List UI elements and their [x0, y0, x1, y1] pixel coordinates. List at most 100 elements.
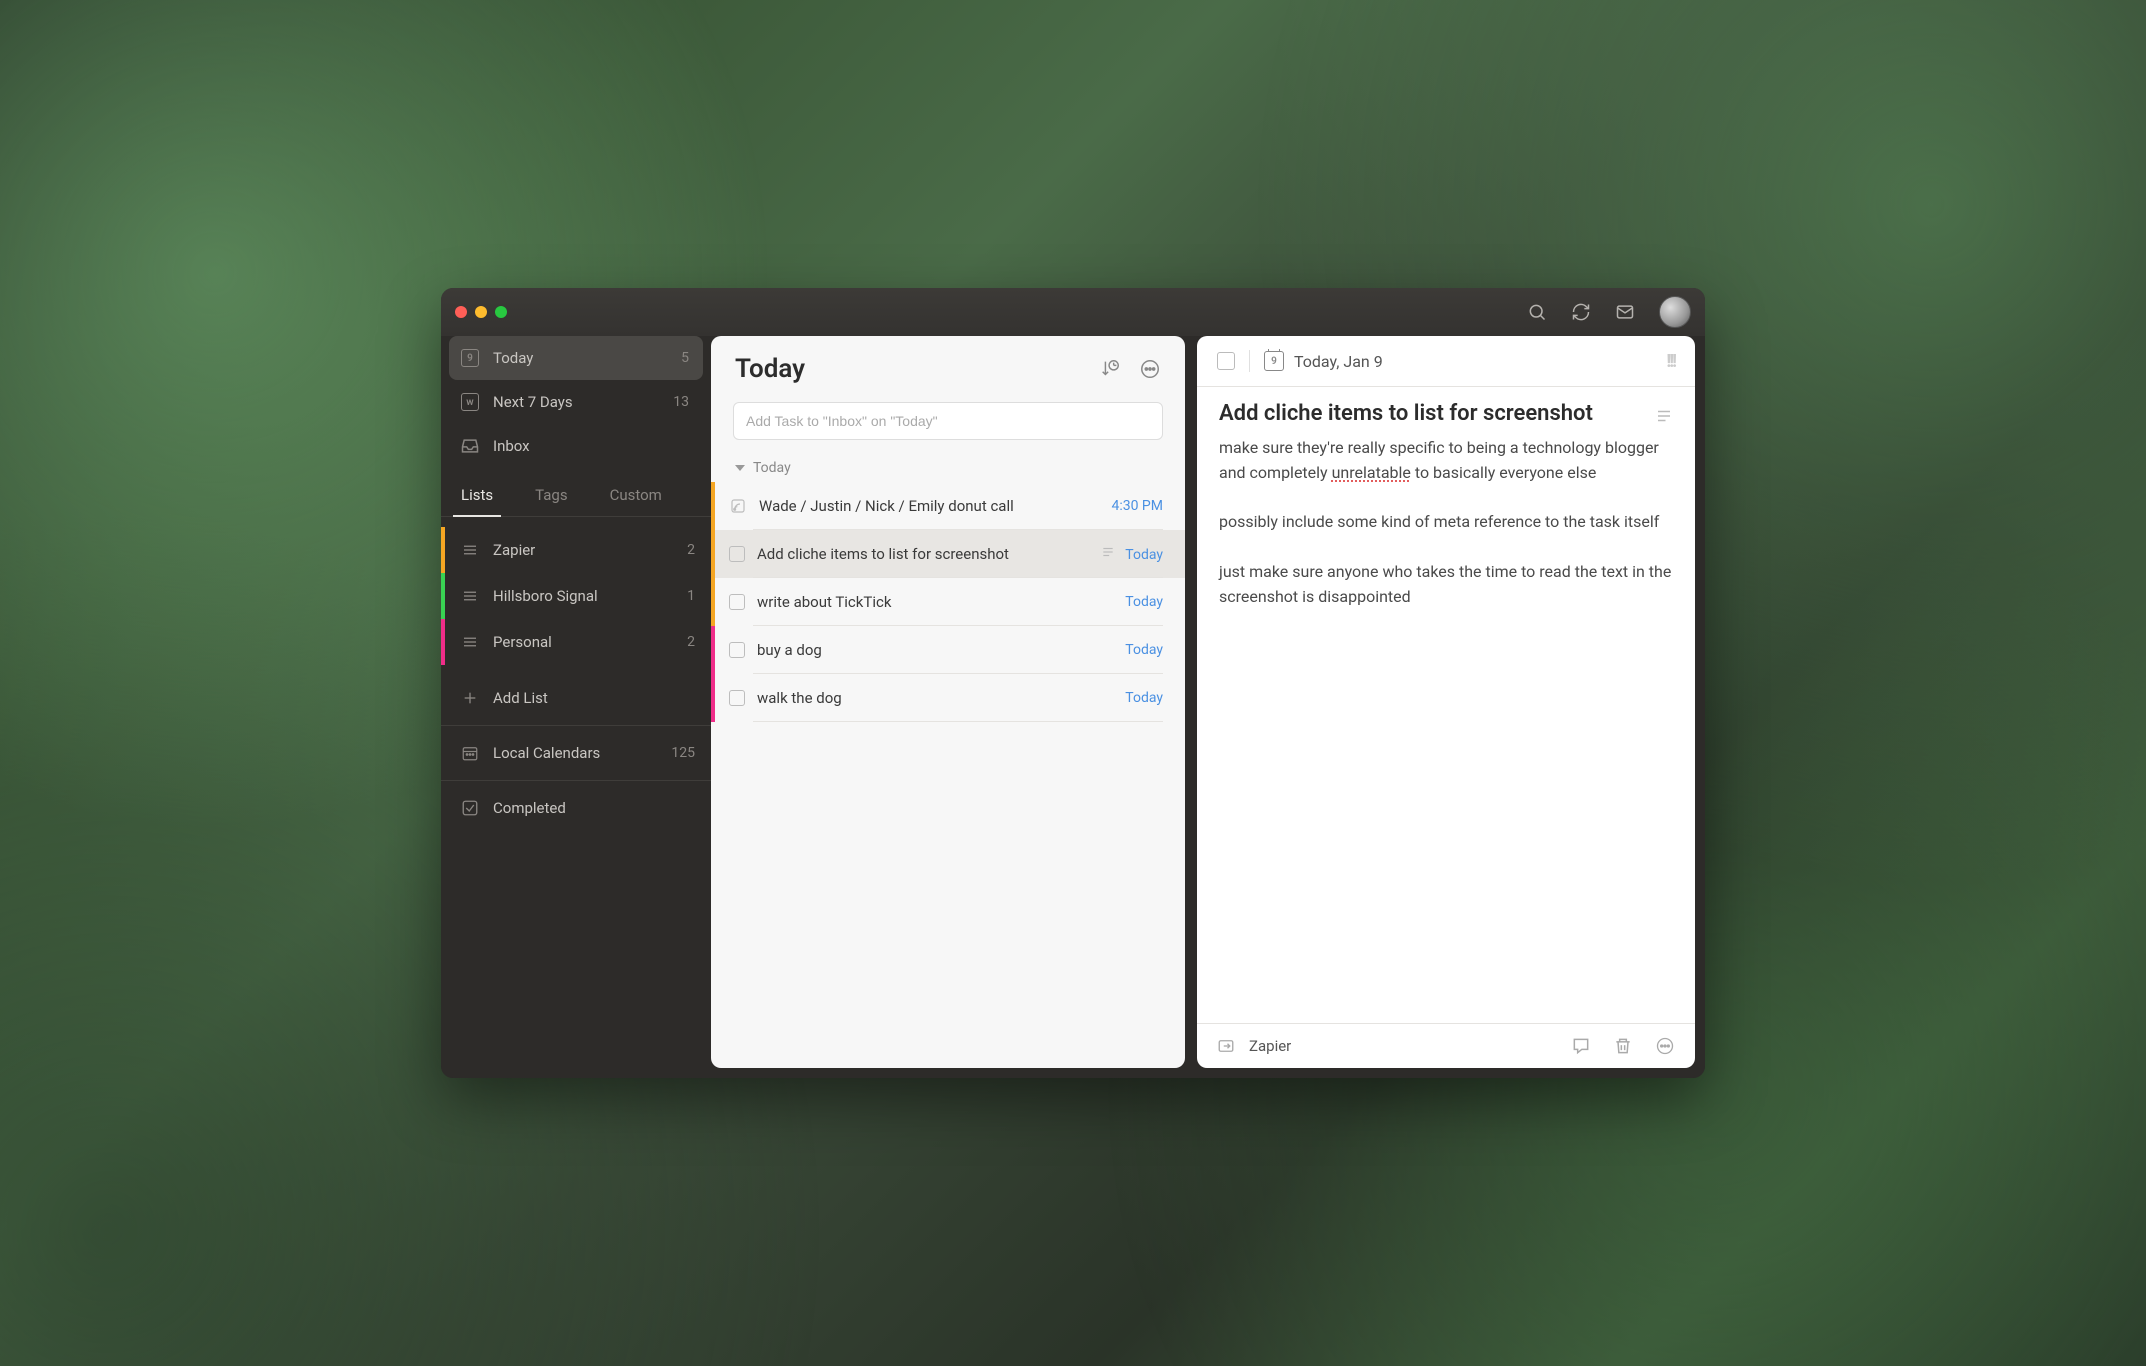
sort-icon[interactable]	[1099, 358, 1121, 380]
plus-icon	[459, 690, 481, 706]
trash-icon[interactable]	[1613, 1036, 1633, 1056]
list-lines-icon	[459, 633, 481, 651]
list-lines-icon	[459, 541, 481, 559]
traffic-lights	[455, 306, 507, 318]
sidebar-item-label: Inbox	[493, 437, 689, 455]
sidebar-tabs: Lists Tags Custom	[441, 474, 711, 517]
titlebar	[441, 288, 1705, 336]
sidebar-item-count: 5	[681, 350, 693, 366]
list-color-indicator	[441, 619, 445, 665]
detail-header: 9 Today, Jan 9 !!!	[1197, 336, 1695, 387]
window-fullscreen-button[interactable]	[495, 306, 507, 318]
sidebar-item-completed[interactable]: Completed	[441, 785, 711, 831]
calendar-grid-icon	[459, 744, 481, 762]
task-checkbox[interactable]	[729, 594, 745, 610]
task-meta: Today	[1125, 690, 1163, 706]
task-meta: Today	[1125, 642, 1163, 658]
detail-title[interactable]: Add cliche items to list for screenshot	[1219, 401, 1643, 426]
calendar-day-icon: 9	[459, 349, 481, 367]
task-color-indicator	[711, 674, 715, 722]
window-close-button[interactable]	[455, 306, 467, 318]
group-header-today[interactable]: Today	[711, 446, 1185, 482]
sidebar-item-local-calendars[interactable]: Local Calendars 125	[441, 730, 711, 776]
task-title: write about TickTick	[757, 593, 1125, 611]
task-list-panel: Today Today	[711, 336, 1185, 1068]
task-color-indicator	[711, 626, 715, 674]
titlebar-actions	[1527, 296, 1691, 328]
sidebar-item-inbox[interactable]: Inbox	[449, 424, 703, 468]
local-calendars-count: 125	[671, 745, 695, 761]
local-calendars-label: Local Calendars	[493, 744, 671, 762]
sidebar-list-count: 2	[687, 634, 695, 650]
task-row[interactable]: walk the dogToday	[711, 674, 1185, 722]
sidebar-list-label: Hillsboro Signal	[493, 587, 687, 605]
sidebar-item-count: 13	[673, 394, 693, 410]
tab-custom[interactable]: Custom	[602, 474, 670, 516]
divider	[1249, 350, 1250, 372]
description-icon[interactable]	[1655, 407, 1673, 425]
sidebar-item-label: Today	[493, 349, 681, 367]
list-header: Today	[711, 336, 1185, 392]
add-list-button[interactable]: Add List	[441, 675, 711, 721]
task-meta: 4:30 PM	[1111, 498, 1163, 514]
detail-project-name[interactable]: Zapier	[1249, 1037, 1557, 1055]
sidebar: 9 Today5 w Next 7 Days13 Inbox Lists Tags Cu…	[441, 336, 711, 1078]
checkbox-checked-icon	[459, 799, 481, 817]
calendar-day-icon: 9	[1264, 351, 1284, 371]
task-row[interactable]: Wade / Justin / Nick / Emily donut call4…	[711, 482, 1185, 530]
task-row[interactable]: Add cliche items to list for screenshotT…	[711, 530, 1185, 578]
task-meta: Today	[1101, 545, 1163, 563]
sidebar-item-label: Next 7 Days	[493, 393, 673, 411]
sidebar-list-personal[interactable]: Personal2	[441, 619, 711, 665]
sidebar-list-zapier[interactable]: Zapier2	[441, 527, 711, 573]
note-icon	[1101, 547, 1115, 563]
list-lines-icon	[459, 587, 481, 605]
detail-complete-checkbox[interactable]	[1217, 352, 1235, 370]
sidebar-item-next7[interactable]: w Next 7 Days13	[449, 380, 703, 424]
chevron-down-icon	[735, 465, 745, 471]
inbox-icon	[459, 436, 481, 456]
task-color-indicator	[711, 482, 715, 530]
list-color-indicator	[441, 527, 445, 573]
task-detail-panel: 9 Today, Jan 9 !!! Add cliche items to l…	[1197, 336, 1695, 1068]
task-title: buy a dog	[757, 641, 1125, 659]
window-minimize-button[interactable]	[475, 306, 487, 318]
task-checkbox[interactable]	[729, 690, 745, 706]
tab-lists[interactable]: Lists	[453, 474, 501, 516]
task-title: walk the dog	[757, 689, 1125, 707]
add-list-label: Add List	[493, 689, 695, 707]
search-icon[interactable]	[1527, 302, 1547, 322]
avatar[interactable]	[1659, 296, 1691, 328]
comment-icon[interactable]	[1571, 1036, 1591, 1056]
move-to-project-icon[interactable]	[1217, 1037, 1235, 1055]
add-task-input[interactable]	[733, 402, 1163, 440]
task-checkbox[interactable]	[729, 546, 745, 562]
more-icon[interactable]	[1655, 1036, 1675, 1056]
task-row[interactable]: write about TickTickToday	[711, 578, 1185, 626]
sidebar-list-label: Personal	[493, 633, 687, 651]
list-color-indicator	[441, 573, 445, 619]
detail-due-date[interactable]: 9 Today, Jan 9	[1264, 351, 1383, 371]
subscription-icon	[729, 497, 747, 515]
sidebar-list-label: Zapier	[493, 541, 687, 559]
sidebar-list-count: 2	[687, 542, 695, 558]
sidebar-list-hillsboro[interactable]: Hillsboro Signal1	[441, 573, 711, 619]
completed-label: Completed	[493, 799, 695, 817]
task-row[interactable]: buy a dogToday	[711, 626, 1185, 674]
refresh-icon[interactable]	[1571, 302, 1591, 322]
list-title: Today	[735, 354, 1099, 384]
app-window: 9Today5wNext 7 Days13Inbox Lists Tags Cu…	[441, 288, 1705, 1078]
priority-icon[interactable]: !!!	[1666, 351, 1675, 372]
tab-tags[interactable]: Tags	[527, 474, 575, 516]
task-title: Add cliche items to list for screenshot	[757, 545, 1101, 563]
task-color-indicator	[711, 578, 715, 626]
task-meta: Today	[1125, 594, 1163, 610]
mail-icon[interactable]	[1615, 302, 1635, 322]
task-title: Wade / Justin / Nick / Emily donut call	[759, 497, 1111, 515]
sidebar-item-today[interactable]: 9 Today5	[449, 336, 703, 380]
detail-description[interactable]: make sure they're really specific to bei…	[1219, 436, 1673, 610]
calendar-week-icon: w	[459, 393, 481, 411]
task-checkbox[interactable]	[729, 642, 745, 658]
more-icon[interactable]	[1139, 358, 1161, 380]
detail-footer: Zapier	[1197, 1023, 1695, 1068]
